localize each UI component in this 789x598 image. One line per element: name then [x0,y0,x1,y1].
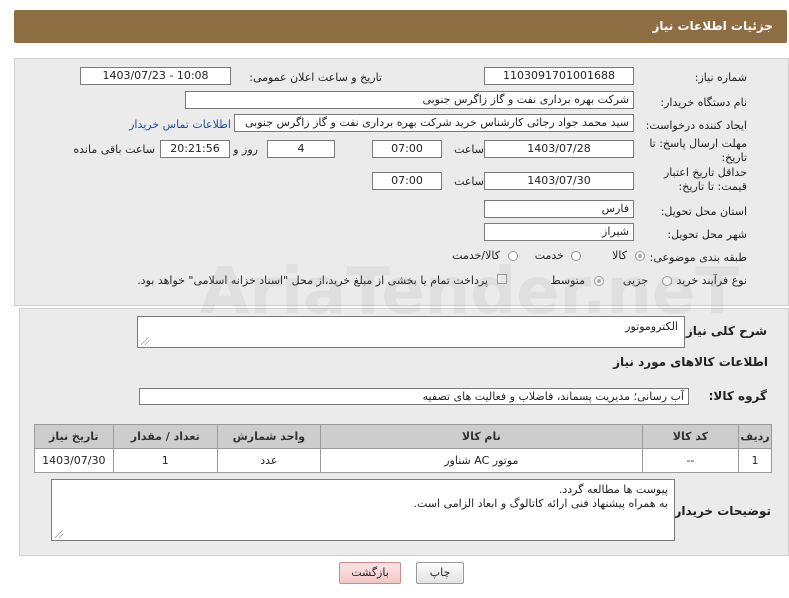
cell-row: 1 [738,448,772,473]
process-minor-radio[interactable] [662,276,672,286]
goods-group-field: آب رسانی؛ مدیریت پسماند، فاضلاب و فعالیت… [139,388,689,405]
resize-grip-icon[interactable] [141,337,149,345]
remaining-time-field: 20:21:56 [160,140,230,158]
col-name-header: نام کالا [319,424,643,449]
buyer-notes-line-1: پیوست ها مطالعه گردد. [558,483,668,496]
category-both-label: کالا/خدمت [452,249,500,262]
col-unit-header: واحد شمارش [216,424,321,449]
treasury-payment-note: پرداخت تمام یا بخشی از مبلغ خرید،از محل … [137,274,488,287]
buyer-notes-field: پیوست ها مطالعه گردد. به همراه پیشنهاد ف… [51,479,675,541]
goods-group-label: گروه کالا: [708,389,767,403]
page-header: جزئیات اطلاعات نیاز [14,10,787,43]
reply-time-label: ساعت [454,143,484,156]
province-field: فارس [484,200,634,218]
buyer-contact-link[interactable]: اطلاعات تماس خریدار [129,118,231,131]
col-date-header: تاریخ نیاز [34,424,114,449]
buyer-notes-line-2: به همراه پیشنهاد فنی ارائه کاتالوگ و ابع… [413,497,668,510]
cell-code: -- [641,448,740,473]
creator-field: سید محمد جواد رجائی کارشناس خرید شرکت به… [234,114,634,132]
province-label: استان محل تحویل: [660,205,747,218]
buyer-org-field: شرکت بهره برداری نفت و گاز زاگرس جنوبی [185,91,634,109]
price-date-field: 1403/07/30 [484,172,634,190]
description-text: الکتروموتور [625,320,678,333]
page-title: جزئیات اطلاعات نیاز [652,19,773,33]
price-validity-label: حداقل تاریخ اعتبار قیمت: تا تاریخ: [663,166,747,193]
process-minor-label: جزیی [622,274,648,287]
announce-datetime-field: 1403/07/23 - 10:08 [80,67,231,85]
col-row-header: ردیف [738,424,772,449]
back-button[interactable]: بازگشت [339,562,401,584]
cell-unit: عدد [216,448,321,473]
process-medium-label: متوسط [550,274,585,287]
col-qty-header: تعداد / مقدار [112,424,218,449]
reply-deadline-label: مهلت ارسال پاسخ: تا تاریخ: [649,137,747,164]
table-row: 1 -- موتور AC شناور عدد 1 1403/07/30 [34,448,772,473]
goods-section-title: اطلاعات کالاهای مورد نیاز [613,355,768,369]
remaining-label: ساعت باقی مانده [73,143,155,156]
days-label: روز و [233,143,258,156]
description-field: الکتروموتور [137,316,685,348]
reply-date-field: 1403/07/28 [484,140,634,158]
buyer-org-label: نام دستگاه خریدار: [660,96,747,109]
remaining-days-field: 4 [267,140,335,158]
cell-qty: 1 [112,448,218,473]
category-service-label: خدمت [534,249,564,262]
print-button[interactable]: چاپ [416,562,464,584]
price-time-label: ساعت [454,175,484,188]
process-medium-radio[interactable] [594,276,604,286]
treasury-payment-checkbox[interactable] [497,274,507,284]
city-field: شیراز [484,223,634,241]
creator-label: ایجاد کننده درخواست: [645,119,747,132]
category-goods-label: کالا [612,249,627,262]
goods-table: ردیف کد کالا نام کالا واحد شمارش تعداد /… [34,424,772,473]
announce-label: تاریخ و ساعت اعلان عمومی: [249,71,382,84]
price-time-field: 07:00 [372,172,442,190]
category-service-radio[interactable] [571,251,581,261]
reply-time-field: 07:00 [372,140,442,158]
goods-table-header: ردیف کد کالا نام کالا واحد شمارش تعداد /… [34,424,772,449]
category-goods-radio[interactable] [635,251,645,261]
process-label: نوع فرآیند خرید : [669,274,747,287]
cell-date: 1403/07/30 [34,448,114,473]
need-number-field: 1103091701001688 [484,67,634,85]
need-number-label: شماره نیاز: [694,71,747,84]
cell-name: موتور AC شناور [319,448,643,473]
buyer-notes-label: توضیحات خریدار: [669,504,771,518]
category-both-radio[interactable] [508,251,518,261]
description-label: شرح کلی نیاز: [681,324,767,338]
category-label: طبقه بندی موضوعی: [649,251,747,264]
resize-grip-icon[interactable] [55,530,63,538]
city-label: شهر محل تحویل: [667,228,747,241]
col-code-header: کد کالا [641,424,740,449]
